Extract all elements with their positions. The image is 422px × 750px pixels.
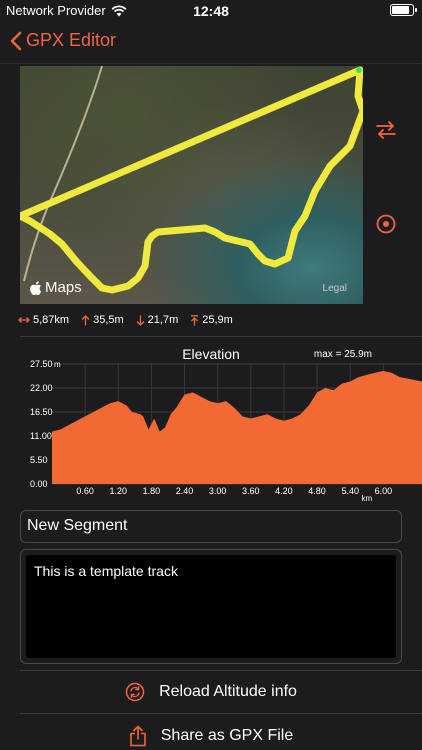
- share-icon: [129, 725, 146, 747]
- reload-altitude-label: Reload Altitude info: [159, 683, 297, 700]
- elevation-chart-plot: 0.005.5011.0016.5022.0027.50 m0.60 1.20 1.8…: [30, 359, 422, 503]
- apple-logo-icon: [30, 280, 42, 295]
- distance-arrows-icon: [18, 317, 30, 323]
- chart-x-tick-label: 6.00: [375, 486, 393, 496]
- chart-x-tick-label: 3.60: [242, 486, 260, 496]
- maps-logo-text: Maps: [45, 279, 82, 296]
- chart-y-tick-label: 22.00: [30, 383, 53, 393]
- navigation-bar: GPX Editor: [0, 24, 422, 64]
- track-stats: 5,87km 35,5m 21,7m 25,9m: [18, 314, 233, 326]
- stat-ascent: 35,5m: [81, 314, 124, 326]
- arrow-down-icon: [136, 315, 145, 326]
- status-bar: Network Provider 12:48: [0, 0, 422, 22]
- divider: [20, 713, 422, 714]
- swap-direction-button[interactable]: [374, 118, 398, 142]
- chart-x-tick-label: 0.60: [76, 486, 94, 496]
- chart-x-tick-label: 1.80: [143, 486, 161, 496]
- description-text: This is a template track: [34, 563, 178, 579]
- share-gpx-button[interactable]: Share as GPX File: [0, 716, 422, 750]
- stat-distance-value: 5,87km: [33, 314, 70, 326]
- stat-ascent-value: 35,5m: [93, 314, 124, 326]
- elevation-chart: Elevation max = 25.9m 0.00 5.50 11.00 16.50…: [0, 342, 422, 503]
- segment-name-field[interactable]: New Segment: [20, 510, 402, 543]
- legal-link[interactable]: Legal: [323, 283, 347, 294]
- chart-x-tick-label: 3.00: [209, 486, 227, 496]
- chart-y-tick-label: 0.00: [30, 479, 48, 489]
- divider: [20, 670, 422, 671]
- battery-icon: [390, 4, 417, 16]
- stat-distance: 5,87km: [18, 314, 69, 326]
- chart-x-tick-label: 1.20: [110, 486, 128, 496]
- chart-x-tick-label: 4.80: [308, 486, 326, 496]
- arrow-up-to-bar-icon: [191, 314, 199, 325]
- chart-x-tick-label: 5.40: [341, 486, 359, 496]
- maps-logo: Maps: [30, 279, 82, 296]
- arrow-up-icon: [81, 314, 90, 325]
- share-gpx-label: Share as GPX File: [160, 727, 294, 744]
- map-view[interactable]: Maps Legal: [20, 66, 363, 304]
- chart-x-tick-label: 4.20: [275, 486, 293, 496]
- chart-x-tick-label: 2.40: [176, 486, 194, 496]
- description-field[interactable]: This is a template track: [20, 549, 402, 664]
- reload-altitude-button[interactable]: Reload Altitude info: [0, 672, 422, 712]
- chart-y-tick-label: 5.50: [30, 455, 48, 465]
- refresh-circle-icon: [125, 682, 145, 702]
- segment-name-value: New Segment: [27, 517, 128, 534]
- chart-y-tick-label: 16.50: [30, 407, 53, 417]
- description-textarea[interactable]: This is a template track: [26, 555, 396, 658]
- swap-arrows-icon: [376, 121, 396, 139]
- battery-level: [392, 6, 410, 14]
- stat-max-altitude-value: 25,9m: [202, 314, 233, 326]
- stat-max-altitude: 25,9m: [190, 314, 233, 326]
- stat-descent-value: 21,7m: [147, 314, 179, 326]
- locate-button[interactable]: [374, 212, 398, 236]
- back-button-label: GPX Editor: [26, 30, 117, 50]
- target-icon: [376, 214, 396, 234]
- chart-y-tick-label: 11.00: [30, 431, 52, 441]
- stat-descent: 21,7m: [136, 314, 179, 326]
- divider: [20, 336, 422, 337]
- chart-max-annotation: max = 25.9m: [313, 349, 372, 360]
- chart-x-axis-label: km: [361, 494, 372, 502]
- gpx-track: [20, 66, 363, 294]
- status-time: 12:48: [193, 3, 229, 19]
- back-button[interactable]: GPX Editor: [10, 30, 116, 51]
- chevron-left-icon: [10, 31, 22, 50]
